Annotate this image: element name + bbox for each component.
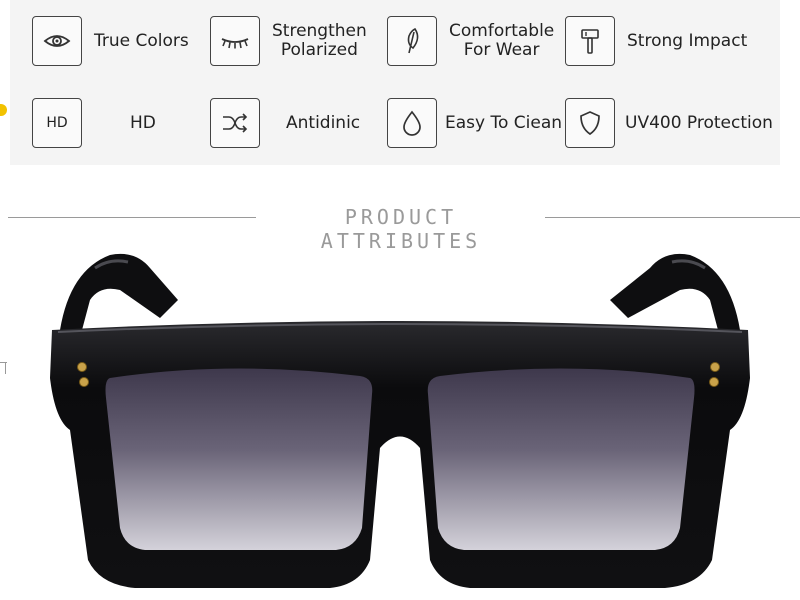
right-lens <box>427 368 695 550</box>
sunglasses-image <box>50 253 750 588</box>
right-temple <box>610 253 740 330</box>
left-lens <box>105 368 373 550</box>
left-temple <box>60 253 178 330</box>
